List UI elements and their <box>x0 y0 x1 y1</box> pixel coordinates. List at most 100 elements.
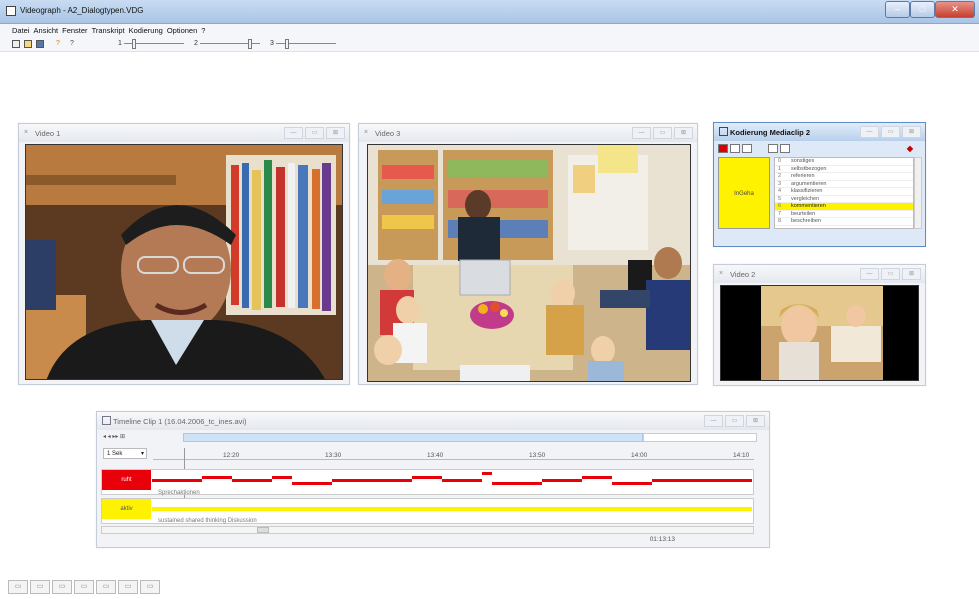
title-bar: Videograph - A2_Dialogtypen.VDG – □ ✕ <box>0 0 979 24</box>
menu-fenster[interactable]: Fenster <box>62 24 91 37</box>
video1-titlebar[interactable]: × Video 1 — ▭ ⊠ <box>19 124 349 142</box>
timeline-close-button[interactable]: ⊠ <box>746 415 765 427</box>
chevron-down-icon: ▾ <box>140 451 144 457</box>
code-list-item[interactable]: 4 klassifizieren <box>775 188 913 196</box>
code-list-item[interactable]: 3 argumentieren <box>775 181 913 188</box>
slider-3-thumb[interactable] <box>285 39 289 49</box>
video3-maximize-button[interactable]: ▭ <box>653 127 672 139</box>
video2-close-button[interactable]: ⊠ <box>902 268 921 280</box>
pin-icon[interactable]: × <box>24 129 32 137</box>
kodierung-title: Kodierung Mediaclip 2 <box>730 128 811 137</box>
new-file-icon[interactable] <box>12 40 20 48</box>
tick-label: 13:30 <box>325 452 342 459</box>
marker-icon[interactable]: ◆ <box>907 144 913 153</box>
kodierung-close-button[interactable]: ⊠ <box>902 126 921 138</box>
video2-controls: — ▭ ⊠ <box>858 268 921 280</box>
video3-minimize-button[interactable]: — <box>632 127 651 139</box>
step-icon[interactable] <box>730 144 740 153</box>
timeline-window[interactable]: Timeline Clip 1 (16.04.2006_tc_ines.avi)… <box>96 411 770 548</box>
list-icon[interactable] <box>742 144 752 153</box>
maximize-button[interactable]: □ <box>910 1 935 18</box>
code-list-item-selected[interactable]: 6 kommentieren <box>775 203 913 211</box>
menu-transkript[interactable]: Transkript <box>92 24 129 37</box>
video1-maximize-button[interactable]: ▭ <box>305 127 324 139</box>
save-icon[interactable] <box>36 40 44 48</box>
timeline-track-1[interactable]: ruht Sprechaktionen <box>101 469 754 496</box>
code-list-item[interactable]: 0 sonstiges <box>775 158 913 166</box>
video3-frame[interactable] <box>367 144 691 382</box>
kodierung-minimize-button[interactable]: — <box>860 126 879 138</box>
slider-1-thumb[interactable] <box>132 39 136 49</box>
kodierung-controls: — ▭ ⊠ <box>858 126 921 138</box>
video3-close-button[interactable]: ⊠ <box>674 127 693 139</box>
plus-icon[interactable] <box>780 144 790 153</box>
video2-maximize-button[interactable]: ▭ <box>881 268 900 280</box>
timeline-ruler[interactable]: 12:20 13:30 13:40 13:50 14:00 14:10 <box>153 448 754 460</box>
timeline-track-2[interactable]: aktiv sustained shared thinking Diskussi… <box>101 498 754 524</box>
video1-frame[interactable] <box>25 144 343 380</box>
slider-2-thumb[interactable] <box>248 39 252 49</box>
pin-icon[interactable]: × <box>719 270 727 278</box>
code-list-item[interactable]: 7 beurteilen <box>775 211 913 218</box>
window-tab[interactable]: ▭ <box>8 580 28 594</box>
code-list-item[interactable]: 2 referieren <box>775 173 913 181</box>
code-list-item[interactable]: 5 vergleichen <box>775 196 913 203</box>
open-folder-icon[interactable] <box>24 40 32 48</box>
menu-ansicht[interactable]: Ansicht <box>34 24 63 37</box>
video3-titlebar[interactable]: × Video 3 — ▭ ⊠ <box>359 124 697 142</box>
window-tab[interactable]: ▭ <box>30 580 50 594</box>
code-color-box[interactable]: InGeha <box>718 157 770 229</box>
video2-frame[interactable] <box>720 285 919 381</box>
timeline-overview-bar[interactable] <box>183 433 643 442</box>
kodierung-maximize-button[interactable]: ▭ <box>881 126 900 138</box>
close-button[interactable]: ✕ <box>935 1 975 18</box>
video3-window[interactable]: × Video 3 — ▭ ⊠ <box>358 123 698 385</box>
window-title: Videograph - A2_Dialogtypen.VDG <box>20 6 144 15</box>
timeline-maximize-button[interactable]: ▭ <box>725 415 744 427</box>
window-tab[interactable]: ▭ <box>96 580 116 594</box>
track-1-label[interactable]: ruht <box>102 470 151 490</box>
menu-datei[interactable]: Datei <box>12 24 34 37</box>
light-bulb-icon[interactable]: ? <box>56 40 64 48</box>
kodierung-window[interactable]: Kodierung Mediaclip 2 — ▭ ⊠ ◆ InGeha 0 so… <box>713 122 926 247</box>
timeline-minimize-button[interactable]: — <box>704 415 723 427</box>
track-2-label[interactable]: aktiv <box>102 499 151 519</box>
window-tab[interactable]: ▭ <box>118 580 138 594</box>
scrollbar-thumb[interactable] <box>257 527 269 533</box>
timeline-controls: — ▭ ⊠ <box>702 415 765 427</box>
record-icon[interactable] <box>718 144 728 153</box>
video1-window[interactable]: × Video 1 — ▭ ⊠ <box>18 123 350 385</box>
menu-help[interactable]: ? <box>201 24 209 37</box>
timeline-titlebar[interactable]: Timeline Clip 1 (16.04.2006_tc_ines.avi)… <box>97 412 769 430</box>
video1-minimize-button[interactable]: — <box>284 127 303 139</box>
help-pointer-icon[interactable]: ? <box>70 40 78 48</box>
track-2-segments[interactable] <box>152 501 752 517</box>
timeline-horizontal-scrollbar[interactable] <box>101 526 754 534</box>
window-controls: – □ ✕ <box>885 1 975 19</box>
menu-kodierung[interactable]: Kodierung <box>129 24 167 37</box>
timeline-overview-rest[interactable] <box>643 433 757 442</box>
minus-icon[interactable] <box>768 144 778 153</box>
video2-minimize-button[interactable]: — <box>860 268 879 280</box>
code-list: 0 sonstiges 1 selbstbezogen 2 referieren 3a… <box>774 157 914 229</box>
pin-icon[interactable]: × <box>364 129 372 137</box>
window-tab[interactable]: ▭ <box>52 580 72 594</box>
video3-title: Video 3 <box>375 129 401 138</box>
tick-label: 14:00 <box>631 452 648 459</box>
video1-close-button[interactable]: ⊠ <box>326 127 345 139</box>
code-list-scrollbar[interactable] <box>914 157 922 229</box>
timeline-transport[interactable]: ◂ ◂ ▸▸ ⊞ <box>103 433 183 443</box>
window-tab[interactable]: ▭ <box>74 580 94 594</box>
speed-select[interactable]: 1 Sek ▾ <box>103 448 147 459</box>
track-1-segments[interactable] <box>152 472 752 488</box>
minimize-button[interactable]: – <box>885 1 910 18</box>
code-list-item[interactable]: 1 selbstbezogen <box>775 166 913 173</box>
kodierung-titlebar[interactable]: Kodierung Mediaclip 2 — ▭ ⊠ <box>714 123 925 141</box>
timecode: 01:13:13 <box>649 536 675 543</box>
video2-titlebar[interactable]: × Video 2 — ▭ ⊠ <box>714 265 925 283</box>
menu-optionen[interactable]: Optionen <box>167 24 201 37</box>
video2-window[interactable]: × Video 2 — ▭ ⊠ <box>713 264 926 386</box>
slider-2-label: 2 <box>194 40 198 47</box>
code-list-item[interactable]: 8 beschreiben <box>775 218 913 226</box>
window-tab[interactable]: ▭ <box>140 580 160 594</box>
